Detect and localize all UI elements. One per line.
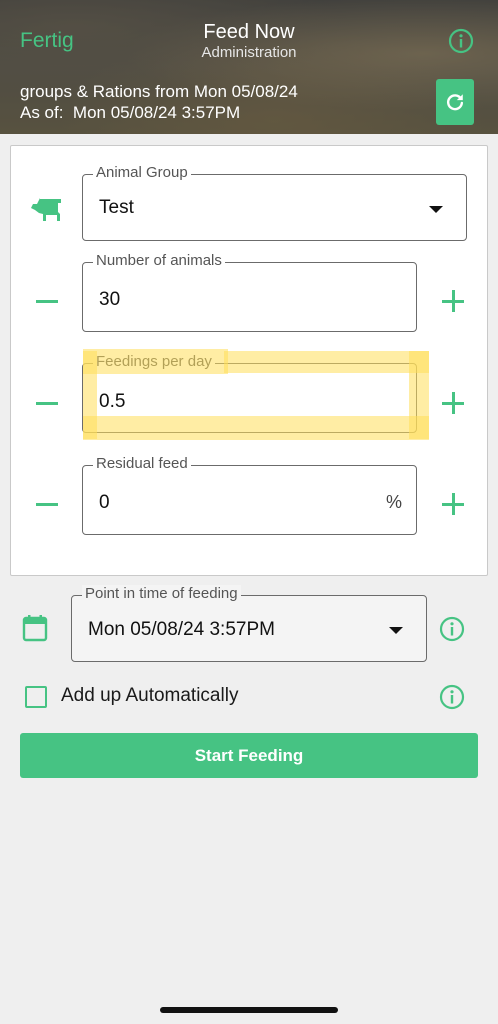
home-indicator[interactable] (160, 1007, 338, 1013)
cow-icon (31, 196, 61, 221)
add-up-checkbox[interactable] (25, 686, 47, 708)
feedings-plus-button[interactable] (440, 390, 466, 416)
animal-group-select[interactable]: Animal Group Test (82, 164, 467, 241)
feedings-value: 0.5 (99, 391, 126, 412)
as-of-info: As of: Mon 05/08/24 3:57PM (20, 103, 241, 122)
add-up-label: Add up Automatically (61, 685, 239, 706)
feeding-time-select[interactable]: Point in time of feeding Mon 05/08/24 3:… (71, 585, 427, 662)
feedings-minus-button[interactable] (34, 390, 60, 416)
animal-group-label: Animal Group (93, 164, 191, 182)
feeding-time-value: Mon 05/08/24 3:57PM (88, 619, 275, 640)
calendar-icon[interactable] (22, 614, 48, 642)
feed-form-card: Animal Group Test Number of animals 30 F… (10, 145, 488, 576)
residual-value: 0 (99, 492, 110, 513)
residual-unit: % (385, 492, 402, 512)
animals-plus-button[interactable] (440, 288, 466, 314)
back-button[interactable]: Fertig (20, 29, 74, 53)
start-feeding-button[interactable]: Start Feeding (20, 733, 478, 778)
feedings-label: Feedings per day (93, 353, 215, 371)
animals-label: Number of animals (93, 252, 225, 270)
animal-group-value: Test (99, 197, 134, 218)
header: Fertig Feed Now Administration groups & … (0, 0, 498, 134)
refresh-button[interactable] (436, 79, 474, 125)
title-block: Feed Now Administration (0, 20, 498, 62)
animals-minus-button[interactable] (34, 288, 60, 314)
dropdown-caret-icon (389, 627, 403, 634)
refresh-icon (446, 94, 464, 111)
animals-input[interactable]: Number of animals 30 (82, 252, 417, 332)
residual-minus-button[interactable] (34, 491, 60, 517)
rations-info: groups & Rations from Mon 05/08/24 (20, 82, 298, 101)
feeding-time-label: Point in time of feeding (82, 585, 241, 603)
info-icon[interactable] (439, 684, 465, 710)
page-subtitle: Administration (201, 44, 297, 61)
residual-plus-button[interactable] (440, 491, 466, 517)
dropdown-caret-icon (429, 206, 443, 213)
info-icon[interactable] (439, 616, 465, 642)
page-title: Feed Now (203, 21, 295, 43)
residual-label: Residual feed (93, 455, 191, 473)
feedings-input[interactable]: Feedings per day 0.5 (82, 353, 417, 433)
residual-input[interactable]: Residual feed 0 % (82, 455, 417, 535)
animals-value: 30 (99, 289, 121, 310)
info-icon[interactable] (448, 28, 474, 54)
